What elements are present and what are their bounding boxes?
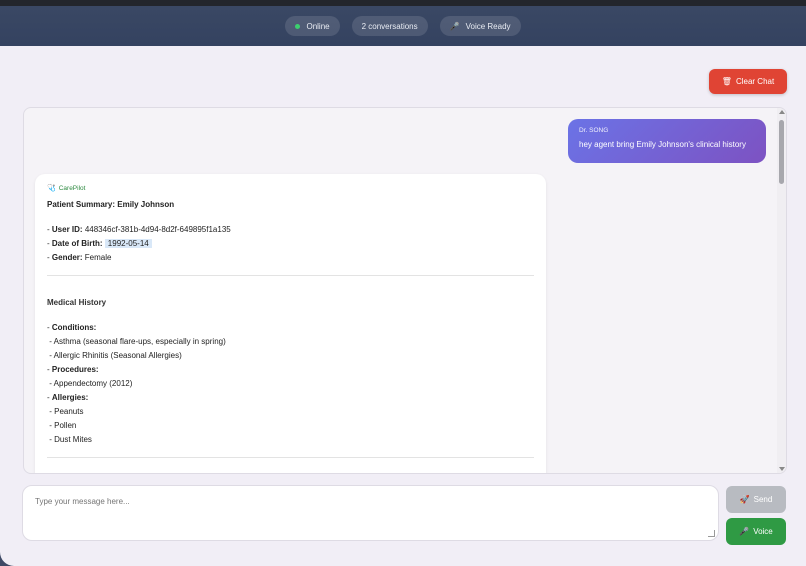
allergies-header: - Allergies: [47, 393, 89, 402]
send-button[interactable]: 🚀 Send [726, 486, 786, 513]
section-divider [47, 457, 534, 458]
voice-button[interactable]: 🎤 Voice [726, 518, 786, 545]
agent-icon: 🩺 [47, 185, 56, 192]
send-icon: 🚀 [739, 495, 750, 504]
medical-history-title: Medical History [47, 298, 107, 307]
allergy-item: - Dust Mites [47, 435, 92, 444]
header-bar: Online 2 conversations 🎤 Voice Ready [0, 6, 806, 46]
voice-ready-label: Voice Ready [465, 21, 511, 31]
scroll-down-icon[interactable] [779, 467, 785, 471]
user-message-text: hey agent bring Emily Johnson's clinical… [579, 140, 746, 149]
microphone-icon: 🎤 [449, 21, 460, 31]
agent-sender: 🩺 CarePilot [47, 184, 534, 193]
message-composer[interactable] [22, 485, 719, 541]
procedures-header: - Procedures: [47, 365, 99, 374]
status-label: Online [306, 21, 330, 31]
gender-row: - Gender: Female [47, 253, 112, 262]
gender-value: Female [84, 253, 112, 262]
trash-icon: 🗑 [721, 77, 732, 86]
procedure-item: - Appendectomy (2012) [47, 379, 133, 388]
user-message-bubble: Dr. SONG hey agent bring Emily Johnson's… [568, 119, 766, 163]
send-label: Send [753, 495, 773, 504]
user-sender-name: Dr. SONG [579, 127, 609, 134]
conversations-label: 2 conversations [361, 21, 418, 31]
scroll-thumb[interactable] [779, 120, 784, 184]
main-panel: 🗑 Clear Chat Dr. SONG hey agent bring Em… [0, 46, 806, 566]
agent-sender-name: CarePilot [58, 184, 86, 192]
allergy-item: - Pollen [47, 421, 77, 430]
user-id-value: 448346cf-381b-4d94-8d2f-649895f1a135 [84, 225, 231, 234]
online-dot-icon [295, 23, 301, 29]
status-pill: Online [285, 16, 340, 36]
voice-ready-pill: 🎤 Voice Ready [439, 16, 521, 36]
microphone-icon: 🎤 [739, 527, 750, 536]
conversations-pill: 2 conversations [351, 16, 428, 36]
dob-row: - Date of Birth: 1992-05-14 [47, 237, 534, 251]
condition-item: - Asthma (seasonal flare-ups, especially… [47, 337, 226, 346]
voice-label: Voice [753, 527, 773, 536]
allergy-item: - Peanuts [47, 407, 84, 416]
chat-history[interactable]: Dr. SONG hey agent bring Emily Johnson's… [23, 107, 787, 474]
resize-handle-icon[interactable] [708, 530, 715, 537]
agent-message-card: 🩺 CarePilot Patient Summary: Emily Johns… [35, 174, 546, 473]
scroll-up-icon[interactable] [779, 110, 785, 114]
message-input[interactable] [35, 497, 706, 529]
dob-value: 1992-05-14 [104, 239, 152, 248]
section-divider [47, 275, 534, 276]
condition-item: - Allergic Rhinitis (Seasonal Allergies) [47, 351, 182, 360]
patient-summary-title: Patient Summary: Emily Johnson [47, 200, 175, 209]
clear-chat-label: Clear Chat [735, 77, 775, 86]
conditions-header: - Conditions: [47, 323, 97, 332]
user-id-row: - User ID: 448346cf-381b-4d94-8d2f-64989… [47, 225, 231, 234]
chat-scrollbar[interactable] [777, 108, 786, 473]
clear-chat-button[interactable]: 🗑 Clear Chat [709, 69, 787, 94]
